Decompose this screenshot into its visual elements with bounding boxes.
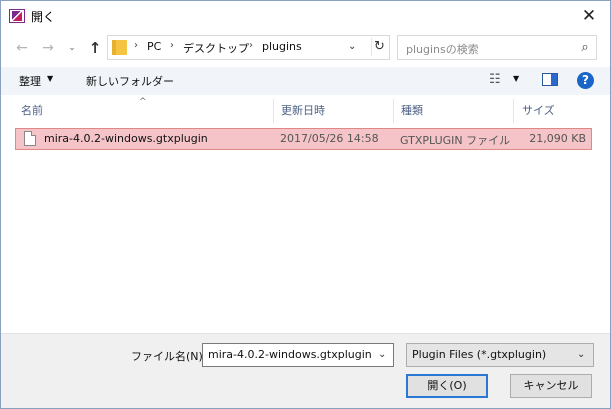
file-date: 2017/05/26 14:58 xyxy=(280,132,379,145)
filename-value[interactable]: mira-4.0.2-windows.gtxplugin xyxy=(208,348,372,361)
preview-pane-icon[interactable] xyxy=(542,73,558,86)
close-icon[interactable]: ✕ xyxy=(572,3,606,29)
file-type-filter-value: Plugin Files (*.gtxplugin) xyxy=(412,348,547,361)
dialog-footer: ファイル名(N): mira-4.0.2-windows.gtxplugin ⌄… xyxy=(1,333,610,408)
command-toolbar: 整理 ▼ 新しいフォルダー ☷ ▼ ? xyxy=(1,67,610,95)
folder-icon xyxy=(112,40,127,55)
column-header-size[interactable]: サイズ xyxy=(522,99,555,123)
recent-locations-dropdown-icon[interactable]: ⌄ xyxy=(63,39,81,57)
new-folder-button[interactable]: 新しいフォルダー xyxy=(86,73,174,89)
column-header-date[interactable]: 更新日時 xyxy=(281,99,325,123)
app-icon xyxy=(9,9,25,23)
filename-dropdown-icon[interactable]: ⌄ xyxy=(378,349,386,360)
column-divider[interactable] xyxy=(513,99,514,123)
cancel-button[interactable]: キャンセル xyxy=(510,374,592,398)
view-options-icon[interactable]: ☷ xyxy=(489,72,505,88)
file-type-filter[interactable]: Plugin Files (*.gtxplugin) ⌄ xyxy=(406,343,594,367)
back-arrow-icon[interactable]: ← xyxy=(13,39,31,57)
search-icon[interactable]: ⌕ xyxy=(576,39,594,57)
file-icon xyxy=(24,131,36,146)
window-title: 開く xyxy=(31,10,56,24)
column-divider[interactable] xyxy=(273,99,274,123)
open-file-dialog: 開く ✕ ← → ⌄ ↑ › PC › デスクトップ › plugins ⌄ ↻… xyxy=(0,0,611,409)
column-divider[interactable] xyxy=(393,99,394,123)
search-placeholder: pluginsの検索 xyxy=(406,43,479,56)
open-button[interactable]: 開く(O) xyxy=(406,374,488,398)
refresh-icon[interactable]: ↻ xyxy=(371,38,387,56)
forward-arrow-icon[interactable]: → xyxy=(39,39,57,57)
breadcrumb-plugins[interactable]: plugins xyxy=(262,40,302,53)
help-icon[interactable]: ? xyxy=(577,72,594,89)
view-dropdown-icon[interactable]: ▼ xyxy=(513,74,519,83)
filename-input[interactable]: mira-4.0.2-windows.gtxplugin ⌄ xyxy=(202,343,394,367)
column-header-name[interactable]: 名前 xyxy=(21,99,43,123)
address-dropdown-icon[interactable]: ⌄ xyxy=(348,41,356,52)
sort-ascending-icon: ^ xyxy=(139,97,147,107)
title-bar: 開く ✕ xyxy=(1,1,610,31)
breadcrumb-pc[interactable]: PC xyxy=(147,40,161,53)
file-size: 21,090 KB xyxy=(529,132,586,145)
breadcrumb-separator-icon: › xyxy=(249,40,253,51)
breadcrumb-separator-icon: › xyxy=(134,40,138,51)
file-type-dropdown-icon[interactable]: ⌄ xyxy=(577,349,585,360)
breadcrumb-separator-icon: › xyxy=(170,40,174,51)
file-type: GTXPLUGIN ファイル xyxy=(400,134,511,147)
breadcrumb-desktop[interactable]: デスクトップ xyxy=(183,40,249,56)
filename-label: ファイル名(N): xyxy=(131,350,207,363)
up-folder-icon[interactable]: ↑ xyxy=(86,39,104,57)
file-name: mira-4.0.2-windows.gtxplugin xyxy=(44,132,208,145)
file-row[interactable]: mira-4.0.2-windows.gtxplugin 2017/05/26 … xyxy=(15,128,592,150)
search-box[interactable]: pluginsの検索 ⌕ xyxy=(397,35,597,60)
organize-dropdown-icon[interactable]: ▼ xyxy=(47,74,53,83)
column-header-type[interactable]: 種類 xyxy=(401,99,423,123)
address-bar[interactable]: › PC › デスクトップ › plugins ⌄ ↻ xyxy=(107,35,390,60)
organize-button[interactable]: 整理 xyxy=(19,73,41,89)
